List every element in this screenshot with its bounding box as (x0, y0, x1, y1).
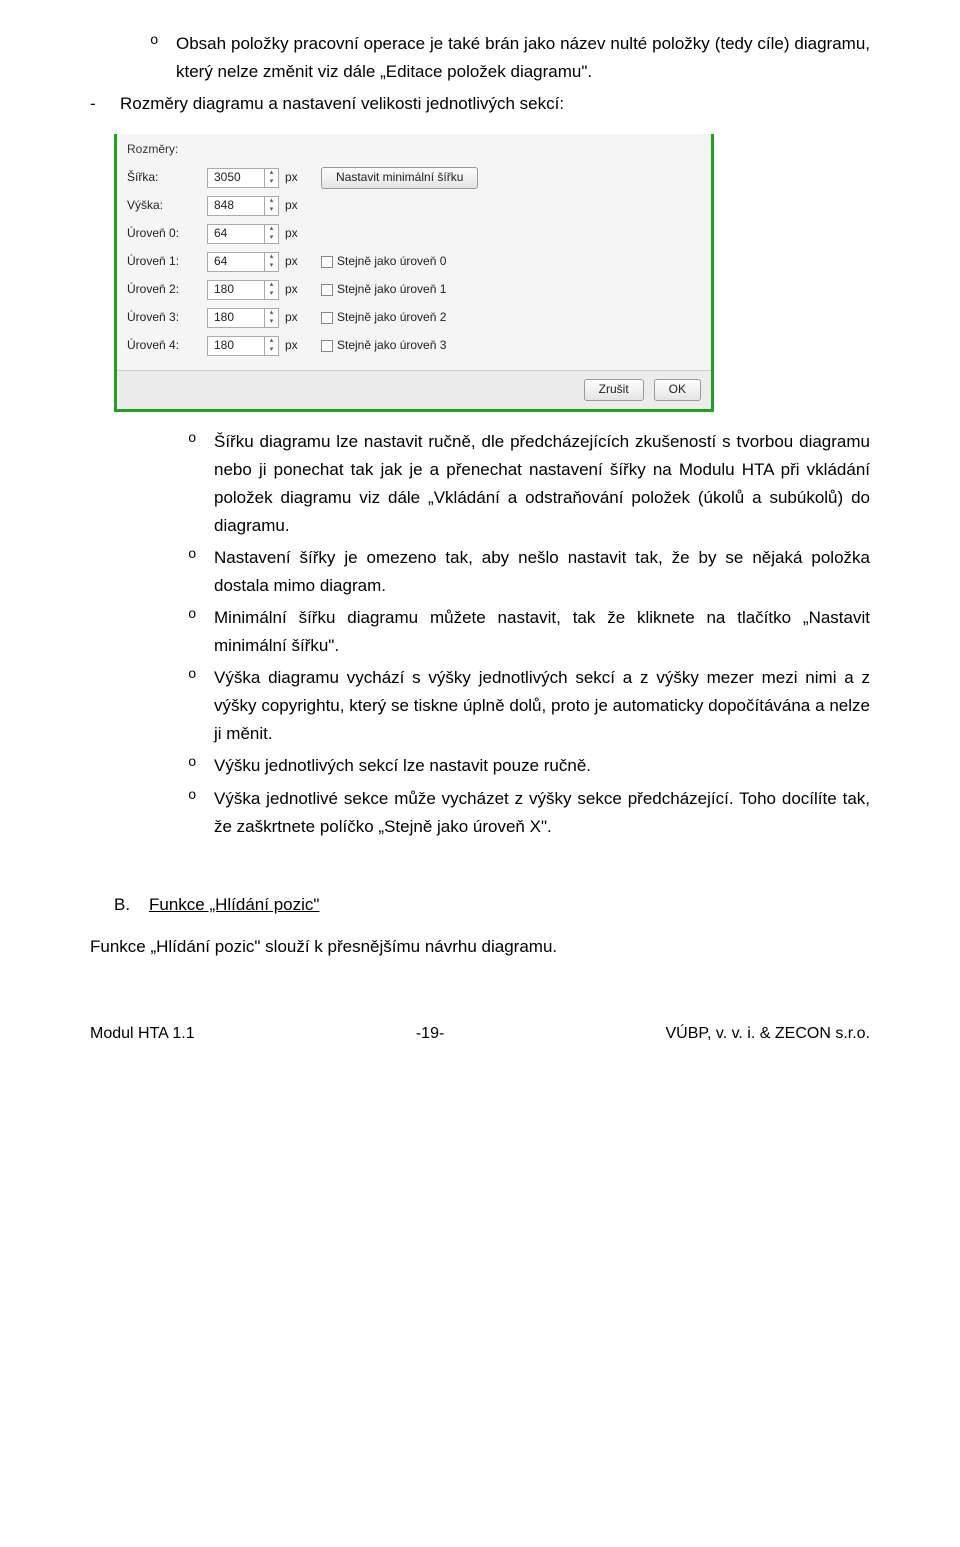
bullet-marker: o (166, 428, 214, 540)
spinner-buttons[interactable]: ▴▾ (264, 253, 278, 271)
spinner-value: 848 (214, 196, 234, 216)
checkbox-label: Stejně jako úroveň 0 (337, 252, 446, 272)
checkbox-icon (321, 340, 333, 352)
dialog-button-row: Zrušit OK (117, 370, 711, 409)
checkbox-label: Stejně jako úroveň 2 (337, 308, 446, 328)
spinner-buttons[interactable]: ▴▾ (264, 281, 278, 299)
list-item: o Výška diagramu vychází s výšky jednotl… (166, 664, 870, 748)
field-label: Úroveň 2: (127, 280, 207, 300)
spinner-buttons[interactable]: ▴▾ (264, 309, 278, 327)
list-item: - Rozměry diagramu a nastavení velikosti… (90, 90, 870, 118)
bullet-marker: o (166, 664, 214, 748)
paragraph-text: Nastavení šířky je omezeno tak, aby nešl… (214, 544, 870, 600)
row-width: Šířka: 3050 ▴▾ px Nastavit minimální šíř… (127, 164, 701, 192)
spinner-buttons[interactable]: ▴▾ (264, 337, 278, 355)
row-level1: Úroveň 1: 64 ▴▾ px Stejně jako úroveň 0 (127, 248, 701, 276)
unit-label: px (285, 224, 309, 244)
paragraph-text: Minimální šířku diagramu můžete nastavit… (214, 604, 870, 660)
ok-button[interactable]: OK (654, 379, 701, 401)
field-label: Šířka: (127, 168, 207, 188)
field-label: Úroveň 1: (127, 252, 207, 272)
bullet-marker: o (166, 752, 214, 780)
bullet-marker: o (166, 604, 214, 660)
page-footer: Modul HTA 1.1 -19- VÚBP, v. v. i. & ZECO… (90, 1021, 870, 1047)
spinner-buttons[interactable]: ▴▾ (264, 169, 278, 187)
same-as-level3-checkbox[interactable]: Stejně jako úroveň 3 (321, 336, 446, 356)
footer-right: VÚBP, v. v. i. & ZECON s.r.o. (666, 1021, 871, 1047)
paragraph-text: Výšku jednotlivých sekcí lze nastavit po… (214, 752, 870, 780)
bullet-marker: - (90, 90, 120, 118)
list-item: o Výšku jednotlivých sekcí lze nastavit … (166, 752, 870, 780)
level1-spinner[interactable]: 64 ▴▾ (207, 252, 279, 272)
button-label: Nastavit minimální šířku (336, 168, 463, 188)
same-as-level2-checkbox[interactable]: Stejně jako úroveň 2 (321, 308, 446, 328)
row-level0: Úroveň 0: 64 ▴▾ px (127, 220, 701, 248)
paragraph-text: Obsah položky pracovní operace je také b… (176, 30, 870, 86)
spinner-value: 64 (214, 252, 227, 272)
spinner-value: 180 (214, 280, 234, 300)
width-spinner[interactable]: 3050 ▴▾ (207, 168, 279, 188)
spinner-buttons[interactable]: ▴▾ (264, 197, 278, 215)
cancel-button[interactable]: Zrušit (584, 379, 644, 401)
field-label: Úroveň 0: (127, 224, 207, 244)
field-label: Úroveň 3: (127, 308, 207, 328)
unit-label: px (285, 336, 309, 356)
list-item: o Výška jednotlivé sekce může vycházet z… (166, 785, 870, 841)
section-title: Funkce „Hlídání pozic" (149, 895, 319, 914)
level2-spinner[interactable]: 180 ▴▾ (207, 280, 279, 300)
row-level2: Úroveň 2: 180 ▴▾ px Stejně jako úroveň 1 (127, 276, 701, 304)
list-item: o Minimální šířku diagramu můžete nastav… (166, 604, 870, 660)
unit-label: px (285, 196, 309, 216)
field-label: Výška: (127, 196, 207, 216)
set-min-width-button[interactable]: Nastavit minimální šířku (321, 167, 478, 189)
same-as-level0-checkbox[interactable]: Stejně jako úroveň 0 (321, 252, 446, 272)
paragraph-text: Výška diagramu vychází s výšky jednotliv… (214, 664, 870, 748)
group-label: Rozměry: (127, 140, 701, 160)
row-level3: Úroveň 3: 180 ▴▾ px Stejně jako úroveň 2 (127, 304, 701, 332)
bullet-marker: o (128, 30, 176, 86)
button-label: OK (669, 380, 686, 400)
level3-spinner[interactable]: 180 ▴▾ (207, 308, 279, 328)
bullet-marker: o (166, 785, 214, 841)
checkbox-label: Stejně jako úroveň 1 (337, 280, 446, 300)
list-item: o Šířku diagramu lze nastavit ručně, dle… (166, 428, 870, 540)
paragraph-text: Výška jednotlivé sekce může vycházet z v… (214, 785, 870, 841)
list-item: o Obsah položky pracovní operace je také… (128, 30, 870, 86)
level4-spinner[interactable]: 180 ▴▾ (207, 336, 279, 356)
height-spinner[interactable]: 848 ▴▾ (207, 196, 279, 216)
spinner-buttons[interactable]: ▴▾ (264, 225, 278, 243)
row-height: Výška: 848 ▴▾ px (127, 192, 701, 220)
row-level4: Úroveň 4: 180 ▴▾ px Stejně jako úroveň 3 (127, 332, 701, 360)
checkbox-label: Stejně jako úroveň 3 (337, 336, 446, 356)
bullet-marker: o (166, 544, 214, 600)
settings-dialog: Rozměry: Šířka: 3050 ▴▾ px Nastavit mini… (114, 134, 714, 412)
unit-label: px (285, 168, 309, 188)
unit-label: px (285, 308, 309, 328)
spinner-value: 3050 (214, 168, 241, 188)
checkbox-icon (321, 284, 333, 296)
paragraph-text: Funkce „Hlídání pozic" slouží k přesnějš… (90, 933, 870, 961)
paragraph-text: Šířku diagramu lze nastavit ručně, dle p… (214, 428, 870, 540)
button-label: Zrušit (599, 380, 629, 400)
footer-left: Modul HTA 1.1 (90, 1021, 195, 1047)
checkbox-icon (321, 256, 333, 268)
section-letter: B. (114, 895, 130, 914)
list-item: o Nastavení šířky je omezeno tak, aby ne… (166, 544, 870, 600)
unit-label: px (285, 280, 309, 300)
checkbox-icon (321, 312, 333, 324)
same-as-level1-checkbox[interactable]: Stejně jako úroveň 1 (321, 280, 446, 300)
footer-center: -19- (416, 1021, 444, 1047)
field-label: Úroveň 4: (127, 336, 207, 356)
level0-spinner[interactable]: 64 ▴▾ (207, 224, 279, 244)
spinner-value: 180 (214, 336, 234, 356)
spinner-value: 64 (214, 224, 227, 244)
section-heading: B. Funkce „Hlídání pozic" (114, 891, 870, 919)
paragraph-text: Rozměry diagramu a nastavení velikosti j… (120, 90, 870, 118)
spinner-value: 180 (214, 308, 234, 328)
unit-label: px (285, 252, 309, 272)
